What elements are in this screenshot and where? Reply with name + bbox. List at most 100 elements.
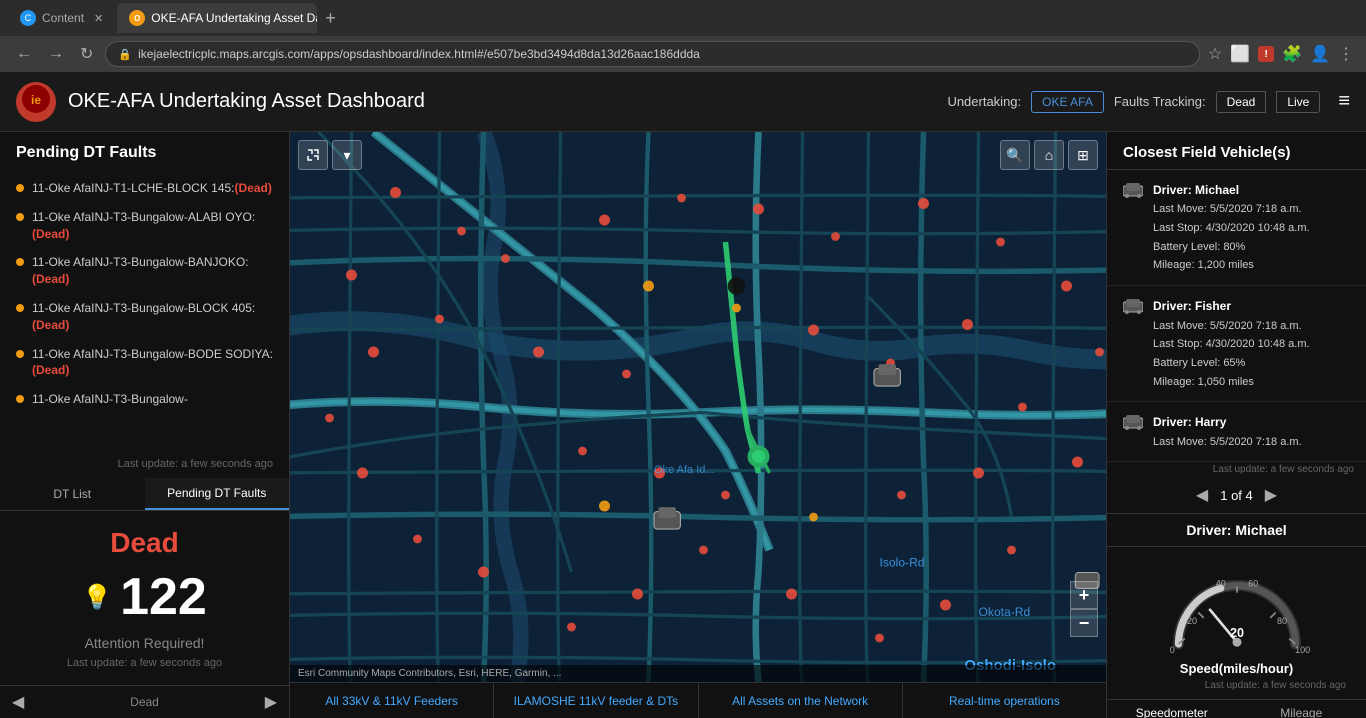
vehicle-icon-1 <box>1123 182 1143 203</box>
fault-text-1: 11-Oke AfaINJ-T1-LCHE-BLOCK 145:(Dead) <box>32 180 272 197</box>
map-dropdown-button[interactable]: ▾ <box>332 140 362 170</box>
map-toolbar: ▾ <box>298 140 362 170</box>
vehicle-info-1: Driver: Michael Last Move: 5/5/2020 7:18… <box>1153 180 1310 275</box>
map-home-button[interactable]: ⌂ <box>1034 140 1064 170</box>
fault-dot-1 <box>16 184 24 192</box>
bottom-status: Dead <box>130 695 159 709</box>
stats-count-row: 💡 122 <box>16 567 273 627</box>
map-zoom: + − <box>1070 581 1098 637</box>
fault-item-4: 11-Oke AfaINJ-T3-Bungalow-BLOCK 405:(Dea… <box>8 294 281 340</box>
undertaking-button[interactable]: OKE AFA <box>1031 91 1104 113</box>
fault-text-5: 11-Oke AfaINJ-T3-Bungalow-BODE SODIYA:(D… <box>32 346 273 380</box>
speed-last-update: Last update: a few seconds ago <box>1123 680 1350 691</box>
top-bar-controls: Undertaking: OKE AFA Faults Tracking: De… <box>947 90 1350 113</box>
mileage-tab[interactable]: Mileage <box>1237 700 1366 718</box>
forward-button[interactable]: → <box>44 43 68 65</box>
map-svg: Isolo-Rd Okota-Rd Oke Afa Id... <box>290 132 1106 682</box>
map-collapse-button[interactable] <box>298 140 328 170</box>
tab-dashboard[interactable]: O OKE-AFA Undertaking Asset Das... ✕ <box>117 3 317 33</box>
fault-list: 11-Oke AfaINJ-T1-LCHE-BLOCK 145:(Dead) 1… <box>0 170 289 454</box>
logo-text: ie <box>21 84 51 119</box>
tab-realtime[interactable]: Real-time operations <box>903 683 1106 718</box>
fault-item-5: 11-Oke AfaINJ-T3-Bungalow-BODE SODIYA:(D… <box>8 340 281 386</box>
last-stop-2: Last Stop: 4/30/2020 10:48 a.m. <box>1153 335 1310 354</box>
svg-text:Oke Afa Id...: Oke Afa Id... <box>654 464 715 476</box>
faults-dead-button[interactable]: Dead <box>1216 91 1267 113</box>
left-panel: Pending DT Faults 11-Oke AfaINJ-T1-LCHE-… <box>0 132 290 718</box>
vehicle-icon-3 <box>1123 414 1143 435</box>
mileage-2: Mileage: 1,050 miles <box>1153 373 1310 392</box>
fault-text-2: 11-Oke AfaINJ-T3-Bungalow-ALABI OYO:(Dea… <box>32 209 273 243</box>
browser-chrome: C Content ✕ O OKE-AFA Undertaking Asset … <box>0 0 1366 72</box>
fault-text-6: 11-Oke AfaINJ-T3-Bungalow- <box>32 391 188 408</box>
speed-title: Speed(miles/hour) <box>1123 661 1350 676</box>
tab-close-1[interactable]: ✕ <box>94 12 103 25</box>
last-move-2: Last Move: 5/5/2020 7:18 a.m. <box>1153 317 1310 336</box>
map-container[interactable]: Isolo-Rd Okota-Rd Oke Afa Id... ▾ 🔍 ⌂ <box>290 132 1106 682</box>
panel-tabs: DT List Pending DT Faults <box>0 478 289 511</box>
driver-3: Driver: Harry <box>1153 412 1302 432</box>
back-button[interactable]: ← <box>12 43 36 65</box>
speed-tabs: Speedometer Mileage <box>1107 699 1366 718</box>
attention-text: Attention Required! <box>16 635 273 651</box>
lock-icon: 🔒 <box>118 48 132 61</box>
top-bar: ie OKE-AFA Undertaking Asset Dashboard U… <box>0 72 1366 132</box>
vehicles-last-update: Last update: a few seconds ago <box>1107 462 1366 477</box>
speedometer-gauge: 0 20 40 60 80 100 20 <box>1157 563 1317 653</box>
undertaking-label: Undertaking: <box>947 94 1021 109</box>
vehicle-info-3: Driver: Harry Last Move: 5/5/2020 7:18 a… <box>1153 412 1302 451</box>
hamburger-menu[interactable]: ≡ <box>1338 90 1350 113</box>
fault-item-1: 11-Oke AfaINJ-T1-LCHE-BLOCK 145:(Dead) <box>8 174 281 203</box>
app: ie OKE-AFA Undertaking Asset Dashboard U… <box>0 72 1366 718</box>
fault-dot-2 <box>16 213 24 221</box>
address-bar[interactable]: 🔒 ikejaelectricplc.maps.arcgis.com/apps/… <box>105 41 1199 67</box>
tab-content[interactable]: C Content ✕ <box>8 3 115 33</box>
new-tab-button[interactable]: + <box>319 8 342 29</box>
reload-button[interactable]: ↻ <box>76 42 97 66</box>
attribution-text: Esri Community Maps Contributors, Esri, … <box>298 668 561 679</box>
tab-all-assets[interactable]: All Assets on the Network <box>699 683 903 718</box>
menu-button[interactable]: ⋮ <box>1338 44 1354 64</box>
map-search-button[interactable]: 🔍 <box>1000 140 1030 170</box>
map-panel: Isolo-Rd Okota-Rd Oke Afa Id... ▾ 🔍 ⌂ <box>290 132 1106 718</box>
speedometer-tab[interactable]: Speedometer <box>1107 700 1237 718</box>
next-page-button[interactable]: ▶ <box>265 692 277 712</box>
zoom-out-button[interactable]: − <box>1070 609 1098 637</box>
puzzle-icon[interactable]: 🧩 <box>1282 44 1302 64</box>
extensions-icon[interactable]: ! <box>1258 46 1274 62</box>
app-logo: ie <box>16 82 56 122</box>
page-indicator: 1 of 4 <box>1220 488 1253 503</box>
profile-icon[interactable]: 👤 <box>1310 44 1330 64</box>
map-grid-button[interactable]: ⊞ <box>1068 140 1098 170</box>
last-stop-1: Last Stop: 4/30/2020 10:48 a.m. <box>1153 219 1310 238</box>
tab-ilamoshe[interactable]: ILAMOSHE 11kV feeder & DTs <box>494 683 698 718</box>
svg-text:20: 20 <box>1229 626 1243 640</box>
zoom-in-button[interactable]: + <box>1070 581 1098 609</box>
faults-live-button[interactable]: Live <box>1276 91 1320 113</box>
star-icon[interactable]: ☆ <box>1208 44 1222 64</box>
tab-favicon-2: O <box>129 10 145 26</box>
main-content: Pending DT Faults 11-Oke AfaINJ-T1-LCHE-… <box>0 132 1366 718</box>
faults-last-update: Last update: a few seconds ago <box>0 454 289 478</box>
vehicle-card-3: Driver: Harry Last Move: 5/5/2020 7:18 a… <box>1107 402 1366 462</box>
vehicle-card-1: Driver: Michael Last Move: 5/5/2020 7:18… <box>1107 170 1366 286</box>
right-panel-title: Closest Field Vehicle(s) <box>1107 132 1366 170</box>
tab-pending-dt-faults[interactable]: Pending DT Faults <box>145 478 290 510</box>
mileage-1: Mileage: 1,200 miles <box>1153 256 1310 275</box>
speedometer-section: 0 20 40 60 80 100 20 Speed(miles/hour) <box>1107 547 1366 699</box>
screenshot-icon[interactable]: ⬜ <box>1230 44 1250 64</box>
driver-2: Driver: Fisher <box>1153 296 1310 316</box>
fault-dot-5 <box>16 350 24 358</box>
fault-dot-4 <box>16 304 24 312</box>
stats-count: 122 <box>120 567 207 627</box>
stats-panel: Dead 💡 122 Attention Required! Last upda… <box>0 511 289 685</box>
fault-item-2: 11-Oke AfaINJ-T3-Bungalow-ALABI OYO:(Dea… <box>8 203 281 249</box>
page-prev-button[interactable]: ◀ <box>1196 485 1208 505</box>
svg-text:Isolo-Rd: Isolo-Rd <box>880 556 925 570</box>
tab-33kv-feeders[interactable]: All 33kV & 11kV Feeders <box>290 683 494 718</box>
tab-dt-list[interactable]: DT List <box>0 478 145 510</box>
nav-bar: ← → ↻ 🔒 ikejaelectricplc.maps.arcgis.com… <box>0 36 1366 72</box>
page-next-button[interactable]: ▶ <box>1265 485 1277 505</box>
prev-page-button[interactable]: ◀ <box>12 692 24 712</box>
tab-label-1: Content <box>42 11 84 25</box>
